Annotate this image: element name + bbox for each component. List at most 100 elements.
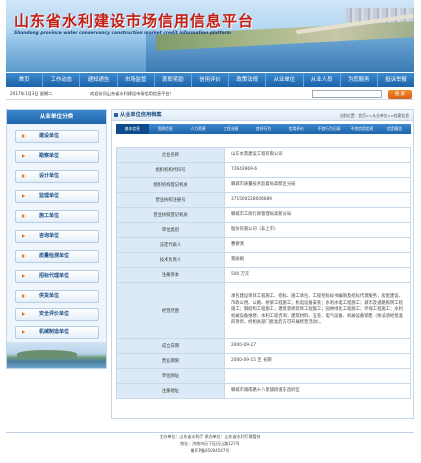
nav-item-awards[interactable]: 表彰奖励: [155, 73, 192, 87]
table-row: 营业执照注册号 371500228006689: [116, 192, 411, 208]
arrow-right-icon: [22, 153, 25, 158]
footer-icp: 鲁ICP备05004547号: [190, 448, 230, 453]
field-label: 组织机构代码号: [116, 162, 225, 178]
unit-credit-archive: 从业单位信用档案 当前位置：首页>>从业单位>>档案信息 基本信息 资质信息 人…: [111, 109, 414, 419]
field-value: 曹德清: [224, 237, 411, 253]
sidebar-item-label: 勘察单位: [39, 153, 60, 159]
field-label: 组织机构登记机关: [116, 177, 225, 193]
tab-human-resources[interactable]: 人力资源: [182, 124, 215, 134]
footer: 主办单位：山东省水利厅 承办单位：山东省水利厅建管处 地址：济南市历下区历山路1…: [6, 432, 414, 460]
section-bullet-icon: [114, 113, 118, 117]
unit-category-sidebar: 从业单位分类 建设单位 勘察单位 设计单位 监理单位 施工单位 咨询单位 质量检…: [6, 109, 107, 369]
table-row: 组织机构登记机关 聊城市质量技术监督局高新区分局: [116, 177, 411, 193]
nav-item-personnel[interactable]: 从业人员: [304, 73, 341, 87]
arrow-right-icon: [22, 213, 25, 218]
field-label: 单位类别: [116, 222, 225, 238]
main-header: 从业单位信用档案 当前位置：首页>>从业单位>>档案信息: [112, 110, 413, 121]
arrow-right-icon: [22, 253, 25, 258]
welcome-marquee: 欢迎访问山东省水利建设市场信用信息平台！: [90, 91, 174, 96]
search-button[interactable]: 搜 索: [388, 89, 412, 99]
sidebar-item-contractor[interactable]: 施工单位: [15, 210, 99, 223]
sidebar-item-label: 建设单位: [39, 133, 60, 139]
info-bar: 2017年1月3日 星期二 欢迎访问山东省水利建设市场信用信息平台！ 搜 索: [6, 88, 414, 100]
field-label: 营业执照注册号: [116, 192, 225, 208]
sidebar-header: 从业单位分类: [7, 110, 106, 124]
table-row: 营业期限 2000-09-15 至 长期: [116, 353, 411, 369]
field-value: 72643969-6: [224, 162, 411, 178]
site-subtitle: Shandong province water conservancy cons…: [14, 31, 232, 36]
footer-address: 地址：济南市历下区历山路127号: [180, 441, 240, 446]
table-row: 法定代表人 曹德清: [116, 237, 411, 253]
tab-good-behavior[interactable]: 良好行为: [247, 124, 280, 134]
field-label: 成立日期: [116, 338, 225, 354]
sidebar-item-label: 设计单位: [39, 173, 60, 179]
field-value: 2000-09-27: [224, 338, 411, 354]
sidebar-item-quality-testing[interactable]: 质量检测单位: [15, 250, 99, 263]
nav-item-credit-evaluation[interactable]: 信用评价: [192, 73, 230, 87]
nav-item-notices[interactable]: 通知通告: [80, 73, 118, 87]
field-value: 蒋丽娟: [224, 252, 411, 268]
arrow-right-icon: [22, 133, 25, 138]
arrow-right-icon: [22, 311, 25, 316]
search-input[interactable]: [312, 90, 382, 98]
sidebar-item-label: 咨询单位: [39, 233, 60, 239]
nav-item-home[interactable]: 首页: [6, 73, 44, 87]
main-nav: 首页 工作动态 通知通告 市场监管 表彰奖励 信用评价 政策法规 从业单位 从业…: [6, 73, 414, 87]
sidebar-item-consulting[interactable]: 咨询单位: [15, 230, 99, 243]
table-row: 组织机构代码号 72643969-6: [116, 162, 411, 178]
field-value: 股份有限公司（非上市）: [224, 222, 411, 238]
nav-item-units[interactable]: 从业单位: [266, 73, 304, 87]
field-label: 技术负责人: [116, 252, 225, 268]
sidebar-item-supervision[interactable]: 监理单位: [15, 190, 99, 203]
sidebar-item-label: 质量检测单位: [39, 253, 70, 259]
arrow-right-icon: [22, 273, 25, 278]
sidebar-item-bidding-agency[interactable]: 招标代理单位: [15, 270, 99, 283]
field-value: 聊城市工商行政管理局高新分局: [224, 207, 411, 223]
tab-credit-report[interactable]: 信用报告: [378, 124, 411, 134]
field-value: 500 万元: [224, 267, 411, 283]
sidebar-landscape-image: [7, 342, 106, 368]
sidebar-item-label: 招标代理单位: [39, 273, 70, 279]
arrow-right-icon: [22, 193, 25, 198]
sidebar-item-label: 供货单位: [39, 293, 60, 299]
field-label: 注册资本: [116, 267, 225, 283]
arrow-right-icon: [22, 233, 25, 238]
field-label: 单位网址: [116, 368, 225, 384]
table-row: 经营范围 承包建设项目工程施工、招标、施工承包、工程招标标书编制及招标代理服务；房…: [116, 282, 411, 339]
sidebar-item-design[interactable]: 设计单位: [15, 170, 99, 183]
tab-bad-behavior[interactable]: 不良行为记录: [313, 124, 346, 134]
table-row: 营业执照登记机关 聊城市工商行政管理局高新分局: [116, 207, 411, 223]
field-value: 承包建设项目工程施工、招标、施工承包、工程招标标书编制及招标代理服务；房屋建设、…: [224, 282, 411, 339]
arrow-right-icon: [22, 173, 25, 178]
hill-shape: [17, 350, 77, 358]
sidebar-item-machinery[interactable]: 机械制造单位: [15, 326, 99, 339]
sidebar-item-survey[interactable]: 勘察单位: [15, 150, 99, 163]
sidebar-item-supplier[interactable]: 供货单位: [15, 290, 99, 303]
breadcrumb: 当前位置：首页>>从业单位>>档案信息: [339, 113, 409, 118]
sidebar-item-safety-evaluation[interactable]: 安全评价单位: [15, 308, 99, 321]
sidebar-item-label: 施工单位: [39, 213, 60, 219]
table-row: 注册资本 500 万元: [116, 267, 411, 283]
current-date: 2017年1月3日 星期二: [10, 91, 53, 96]
table-row: 单位网址: [116, 368, 411, 384]
field-value: 聊城市质量技术监督局高新区分局: [224, 177, 411, 193]
tab-bad-credit[interactable]: 不良信用信息: [345, 124, 378, 134]
field-label: 营业执照登记机关: [116, 207, 225, 223]
sidebar-item-label: 安全评价单位: [39, 311, 70, 317]
tab-qualification[interactable]: 资质信息: [149, 124, 182, 134]
archive-tabs: 基本信息 资质信息 人力资源 工程业绩 良好行为 信用评价 不良行为记录 不良信…: [116, 124, 411, 134]
sidebar-item-construction[interactable]: 建设单位: [15, 130, 99, 143]
field-value: 2000-09-15 至 长期: [224, 353, 411, 369]
nav-item-market-supervision[interactable]: 市场监管: [118, 73, 155, 87]
nav-item-services[interactable]: 为您服务: [341, 73, 378, 87]
field-value: 371500228006689: [224, 192, 411, 208]
tab-basic-info[interactable]: 基本信息: [116, 124, 149, 134]
field-label: 法定代表人: [116, 237, 225, 253]
nav-item-complaints[interactable]: 投诉举报: [378, 73, 414, 87]
tab-credit-evaluation[interactable]: 信用评价: [280, 124, 313, 134]
tab-project-record[interactable]: 工程业绩: [214, 124, 247, 134]
nav-item-work-news[interactable]: 工作动态: [43, 73, 81, 87]
nav-item-policies[interactable]: 政策法规: [229, 73, 267, 87]
footer-sponsor: 主办单位：山东省水利厅 承办单位：山东省水利厅建管处: [159, 434, 261, 439]
table-row: 技术负责人 蒋丽娟: [116, 252, 411, 268]
